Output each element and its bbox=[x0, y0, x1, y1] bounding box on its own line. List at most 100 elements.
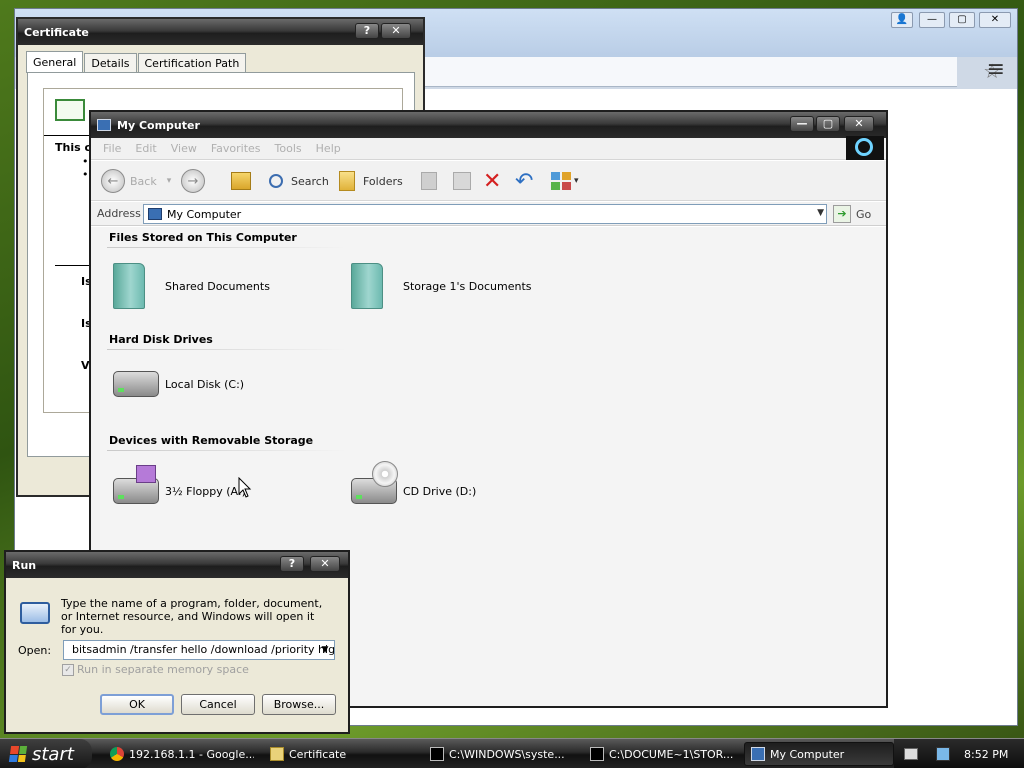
certificate-help-button[interactable]: ? bbox=[355, 23, 379, 39]
my-computer-title: My Computer bbox=[117, 118, 200, 132]
menu-help[interactable]: Help bbox=[316, 142, 341, 155]
taskbar: start 192.168.1.1 - Google... Certificat… bbox=[0, 738, 1024, 768]
chrome-menu-icon[interactable]: ≡ bbox=[987, 57, 1005, 82]
floppy-drive-item[interactable]: 3½ Floppy (A:) bbox=[113, 465, 246, 504]
undo-button[interactable]: ↶ bbox=[515, 167, 533, 195]
toolbar: ← Back ▾ → Search Folders ✕ ↶ ▾ bbox=[91, 161, 886, 201]
cancel-button[interactable]: Cancel bbox=[181, 694, 255, 715]
open-label: Open: bbox=[18, 644, 52, 657]
run-title: Run bbox=[12, 558, 37, 572]
forward-arrow-icon: → bbox=[181, 169, 205, 193]
move-to-icon bbox=[421, 172, 437, 190]
group-divider bbox=[107, 349, 347, 350]
folder-icon bbox=[113, 263, 145, 309]
taskbar-item-cmd-2[interactable]: C:\DOCUME~1\STOR... bbox=[584, 742, 734, 766]
local-disk-item[interactable]: Local Disk (C:) bbox=[113, 371, 244, 397]
taskbar-item-label: My Computer bbox=[770, 747, 845, 761]
back-dropdown-icon[interactable]: ▾ bbox=[167, 176, 172, 186]
search-button[interactable]: Search bbox=[269, 167, 329, 195]
taskbar-item-cmd-1[interactable]: C:\WINDOWS\syste... bbox=[424, 742, 574, 766]
computer-icon bbox=[751, 747, 765, 761]
shared-documents-item[interactable]: Shared Documents bbox=[113, 263, 270, 309]
chrome-icon bbox=[110, 747, 124, 761]
cd-drive-item[interactable]: CD Drive (D:) bbox=[351, 461, 477, 504]
group-divider bbox=[107, 247, 347, 248]
taskbar-item-label: Certificate bbox=[289, 747, 347, 761]
address-label: Address bbox=[97, 207, 141, 220]
up-folder-button[interactable] bbox=[231, 167, 251, 195]
move-to-button[interactable] bbox=[421, 167, 437, 195]
taskbar-item-chrome[interactable]: 192.168.1.1 - Google... bbox=[104, 742, 254, 766]
address-dropdown-icon[interactable]: ▼ bbox=[817, 208, 824, 218]
windows-logo-icon bbox=[846, 136, 884, 160]
certificate-bullet: • bbox=[82, 155, 89, 168]
open-input[interactable]: bitsadmin /transfer hello /download /pri… bbox=[63, 640, 335, 660]
taskbar-item-label: C:\WINDOWS\syste... bbox=[449, 747, 565, 761]
menu-favorites[interactable]: Favorites bbox=[211, 142, 261, 155]
views-dropdown-icon: ▾ bbox=[574, 176, 579, 186]
back-label: Back bbox=[130, 174, 157, 188]
my-computer-minimize-button[interactable]: — bbox=[790, 116, 814, 132]
item-label: Local Disk (C:) bbox=[165, 377, 245, 391]
run-close-button[interactable]: ✕ bbox=[310, 556, 340, 572]
back-arrow-icon: ← bbox=[101, 169, 125, 193]
delete-icon: ✕ bbox=[483, 168, 502, 194]
menu-tools[interactable]: Tools bbox=[275, 142, 302, 155]
chrome-omnibox-area[interactable]: ☆ bbox=[415, 57, 1001, 87]
certificate-close-button[interactable]: ✕ bbox=[381, 23, 411, 39]
tab-general[interactable]: General bbox=[26, 51, 84, 73]
tab-details[interactable]: Details bbox=[84, 53, 137, 73]
back-button[interactable]: ← Back ▾ bbox=[101, 167, 171, 195]
views-button[interactable]: ▾ bbox=[551, 167, 579, 195]
item-label: Shared Documents bbox=[165, 279, 270, 293]
open-dropdown-icon[interactable]: ▼ bbox=[318, 643, 332, 657]
run-help-button[interactable]: ? bbox=[280, 556, 304, 572]
clock[interactable]: 8:52 PM bbox=[964, 748, 1008, 761]
my-computer-close-button[interactable]: ✕ bbox=[844, 116, 874, 132]
address-field[interactable]: My Computer ▼ bbox=[143, 204, 827, 224]
menu-view[interactable]: View bbox=[171, 142, 197, 155]
separate-memory-checkbox[interactable]: ✓ Run in separate memory space bbox=[62, 663, 249, 676]
windows-flag-icon bbox=[8, 746, 28, 762]
chrome-close-button[interactable]: ✕ bbox=[979, 12, 1011, 28]
storage-documents-item[interactable]: Storage 1's Documents bbox=[351, 263, 532, 309]
my-computer-maximize-button[interactable]: ▢ bbox=[816, 116, 840, 132]
ok-button[interactable]: OK bbox=[100, 694, 174, 715]
taskbar-item-my-computer[interactable]: My Computer bbox=[744, 742, 894, 766]
folders-button[interactable]: Folders bbox=[339, 167, 403, 195]
chrome-user-button[interactable]: 👤 bbox=[891, 12, 913, 28]
address-bar: Address My Computer ▼ ➔ Go bbox=[91, 202, 886, 226]
open-input-value: bitsadmin /transfer hello /download /pri… bbox=[72, 643, 335, 656]
copy-to-icon bbox=[453, 172, 471, 190]
group-header-removable-storage: Devices with Removable Storage bbox=[109, 434, 314, 447]
certificate-info-heading: This c bbox=[55, 141, 92, 154]
views-icon bbox=[551, 172, 571, 190]
certificate-tabs: General Details Certification Path bbox=[26, 51, 247, 73]
certificate-bullet: • bbox=[82, 168, 89, 181]
network-icon[interactable] bbox=[936, 747, 950, 761]
menu-file[interactable]: File bbox=[103, 142, 121, 155]
search-icon bbox=[269, 174, 283, 188]
delete-button[interactable]: ✕ bbox=[483, 167, 501, 195]
keyboard-icon[interactable] bbox=[904, 748, 918, 760]
chrome-maximize-button[interactable]: ▢ bbox=[949, 12, 975, 28]
go-button[interactable]: ➔ Go bbox=[833, 205, 871, 223]
taskbar-item-label: C:\DOCUME~1\STOR... bbox=[609, 747, 734, 761]
tab-certification-path[interactable]: Certification Path bbox=[137, 53, 247, 73]
menu-edit[interactable]: Edit bbox=[135, 142, 156, 155]
start-button[interactable]: start bbox=[0, 739, 92, 768]
taskbar-item-certificate[interactable]: Certificate bbox=[264, 742, 414, 766]
mouse-cursor-icon bbox=[238, 477, 252, 498]
cd-drive-icon bbox=[351, 461, 398, 504]
run-dialog: Run ? ✕ Type the name of a program, fold… bbox=[4, 550, 350, 734]
browse-button[interactable]: Browse... bbox=[262, 694, 336, 715]
copy-to-button[interactable] bbox=[453, 167, 471, 195]
go-label: Go bbox=[856, 207, 872, 221]
forward-button[interactable]: → bbox=[181, 167, 210, 195]
chrome-minimize-button[interactable]: — bbox=[919, 12, 945, 28]
start-label: start bbox=[32, 743, 74, 765]
group-header-files-stored: Files Stored on This Computer bbox=[109, 231, 297, 244]
address-value: My Computer bbox=[167, 207, 242, 221]
item-label: CD Drive (D:) bbox=[403, 484, 477, 498]
my-computer-titlebar[interactable]: My Computer bbox=[91, 112, 886, 138]
